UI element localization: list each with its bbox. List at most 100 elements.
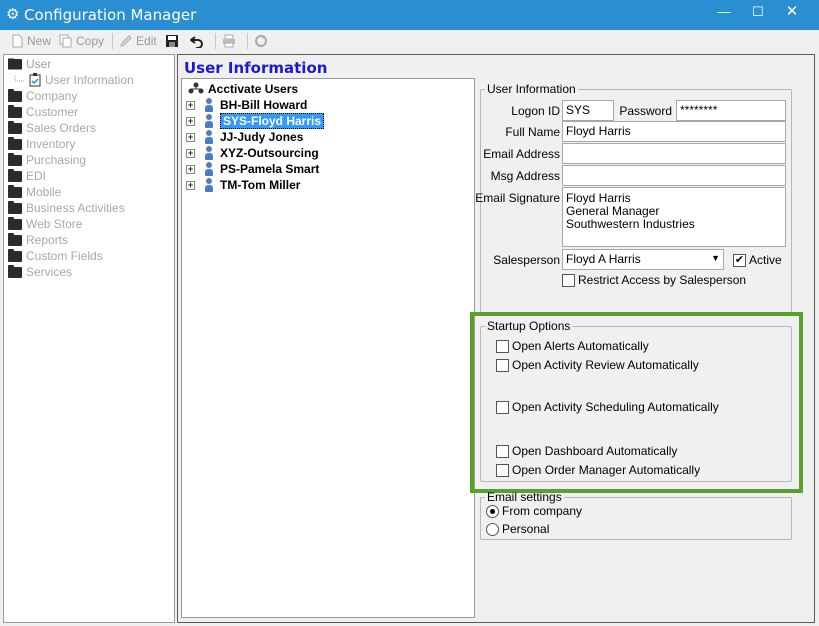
sidebar-item-edi[interactable]: EDI (8, 168, 46, 184)
tree-root[interactable]: Acctivate Users (188, 82, 298, 96)
full-name-field[interactable]: Floyd Harris (562, 121, 786, 142)
sidebar-item-label: Purchasing (26, 153, 87, 167)
sidebar-item-custom-fields[interactable]: Custom Fields (8, 248, 103, 264)
sidebar-item-label: User Information (45, 73, 134, 87)
tree-user-row-selected[interactable]: + SYS-Floyd Harris (186, 113, 325, 129)
sidebar-item-label: Reports (26, 233, 69, 247)
sidebar-item-services[interactable]: Services (8, 264, 72, 280)
sidebar-item-label: Services (26, 265, 73, 279)
sidebar-item-business-activities[interactable]: Business Activities (8, 200, 125, 216)
sidebar-item-label: Custom Fields (26, 249, 103, 263)
from-company-radio[interactable]: From company (486, 504, 582, 518)
sidebar-item-label: Sales Orders (26, 121, 97, 135)
tree-user-label: BH-Bill Howard (220, 98, 308, 112)
sidebar-item-label: Company (26, 89, 78, 103)
radio-label: Personal (502, 522, 550, 536)
print-button[interactable] (222, 34, 239, 48)
email-signature-label: Email Signature (475, 191, 560, 205)
save-icon (165, 35, 178, 47)
email-signature-field[interactable]: Floyd Harris General Manager Southwester… (562, 187, 786, 247)
checkbox-icon (562, 273, 575, 287)
email-address-field[interactable] (562, 143, 786, 164)
tree-user-label: XYZ-Outsourcing (220, 146, 319, 160)
sidebar-item-label: Customer (26, 105, 79, 119)
active-checkbox[interactable]: ✔ Active (733, 253, 782, 267)
sidebar-item-mobile[interactable]: Mobile (8, 184, 61, 200)
tree-user-row[interactable]: + JJ-Judy Jones (186, 129, 303, 145)
logon-id-field[interactable]: SYS (562, 100, 614, 121)
edit-button[interactable]: Edit (119, 34, 157, 48)
close-button[interactable]: ✕ (777, 0, 807, 26)
minimize-button[interactable]: — (709, 0, 739, 26)
sidebar-item-web-store[interactable]: Web Store (8, 216, 82, 232)
sidebar-item-purchasing[interactable]: Purchasing (8, 152, 86, 168)
tree-user-row[interactable]: + BH-Bill Howard (186, 97, 307, 113)
email-address-label: Email Address (483, 147, 560, 161)
restrict-access-label: Restrict Access by Salesperson (578, 273, 747, 287)
radio-icon (486, 522, 499, 536)
folder-icon (8, 88, 22, 102)
expand-icon[interactable]: + (186, 148, 195, 158)
toolbar-separator (246, 33, 248, 49)
save-button[interactable] (165, 34, 182, 48)
group-legend: Email settings (487, 490, 562, 504)
sidebar-item-customer[interactable]: Customer (8, 104, 78, 120)
salesperson-label: Salesperson (493, 253, 560, 267)
gear-icon: ⚙ (6, 6, 20, 23)
folder-icon (8, 104, 22, 118)
expand-icon[interactable]: + (186, 164, 195, 174)
sidebar-item-inventory[interactable]: Inventory (8, 136, 75, 152)
sidebar-item-company[interactable]: Company (8, 88, 77, 104)
logon-id-label: Logon ID (511, 104, 560, 118)
user-icon (204, 114, 214, 128)
sidebar-item-user-information[interactable]: User Information (14, 72, 134, 88)
restrict-access-checkbox[interactable]: Restrict Access by Salesperson (562, 273, 746, 287)
copy-button[interactable]: Copy (59, 34, 104, 48)
undo-icon (189, 36, 203, 48)
password-field[interactable]: ******** (676, 100, 786, 121)
users-group-icon (188, 82, 204, 94)
sidebar-item-label: Web Store (26, 217, 83, 231)
full-name-label: Full Name (505, 125, 560, 139)
folder-icon (8, 120, 22, 134)
printer-icon (222, 34, 235, 48)
folder-icon (8, 264, 22, 278)
undo-button[interactable] (189, 34, 207, 48)
expand-icon[interactable]: + (186, 132, 195, 142)
personal-radio[interactable]: Personal (486, 522, 549, 536)
toolbar-separator (214, 33, 216, 49)
tree-user-row[interactable]: + TM-Tom Miller (186, 177, 300, 193)
tree-user-row[interactable]: + XYZ-Outsourcing (186, 145, 319, 161)
clipboard-check-icon (29, 73, 41, 87)
sidebar-item-label: Inventory (26, 137, 76, 151)
new-button[interactable]: New (10, 34, 51, 48)
maximize-button[interactable]: ☐ (743, 0, 773, 26)
expand-icon[interactable]: + (186, 100, 195, 110)
group-legend: User Information (487, 82, 576, 96)
salesperson-dropdown[interactable]: Floyd A Harris ▼ (562, 249, 724, 270)
user-icon (204, 162, 214, 176)
edit-label: Edit (136, 34, 157, 48)
user-icon (204, 98, 214, 112)
expand-icon[interactable]: + (186, 116, 195, 126)
title-bar: ⚙ Configuration Manager — ☐ ✕ (0, 0, 819, 30)
tree-user-label: SYS-Floyd Harris (220, 113, 325, 129)
user-icon (204, 130, 214, 144)
pencil-icon (120, 35, 132, 47)
sidebar-item-label: Business Activities (26, 201, 125, 215)
sidebar-item-user[interactable]: User (8, 56, 51, 72)
tree-user-label: TM-Tom Miller (220, 178, 301, 192)
folder-icon (8, 216, 22, 230)
user-icon (204, 146, 214, 160)
tree-user-label: PS-Pamela Smart (220, 162, 320, 176)
tree-connector-icon (14, 75, 25, 82)
radio-label: From company (502, 504, 583, 518)
msg-address-field[interactable] (562, 165, 786, 186)
refresh-button[interactable] (254, 34, 271, 48)
checkbox-checked-icon: ✔ (733, 253, 746, 267)
sidebar-item-sales-orders[interactable]: Sales Orders (8, 120, 96, 136)
expand-icon[interactable]: + (186, 180, 195, 190)
sidebar-item-reports[interactable]: Reports (8, 232, 68, 248)
tree-user-row[interactable]: + PS-Pamela Smart (186, 161, 319, 177)
sidebar-item-label: Mobile (26, 185, 62, 199)
